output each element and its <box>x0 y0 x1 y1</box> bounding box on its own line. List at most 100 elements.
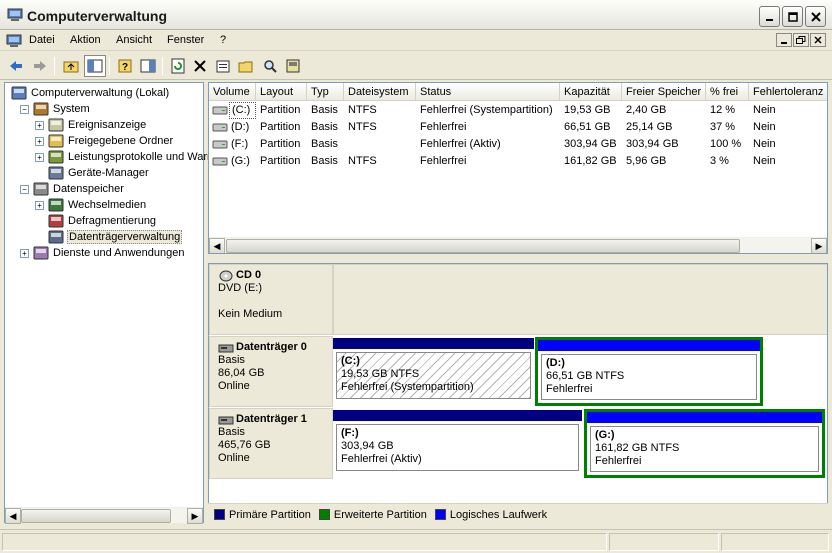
tree-hscrollbar[interactable]: ◀ ▶ <box>5 507 203 524</box>
disk-map: CD 0 DVD (E:) Kein Medium Datenträger 0 … <box>208 263 828 525</box>
logical-drive-bar <box>538 340 760 351</box>
column-header[interactable]: Status <box>416 83 560 101</box>
close-button[interactable] <box>805 6 826 27</box>
column-header[interactable]: Kapazität <box>560 83 622 101</box>
status-panel-main <box>2 533 607 551</box>
partition-size: 19,53 GB NTFS <box>341 368 420 380</box>
table-cell: Nein <box>753 155 776 167</box>
collapse-toggle[interactable]: − <box>20 105 29 114</box>
document-menu-icon[interactable] <box>6 34 22 48</box>
column-header[interactable]: % frei <box>706 83 749 101</box>
tree-item[interactable]: Defragmentierung <box>48 213 157 229</box>
table-cell: Fehlerfrei (Systempartition) <box>420 104 553 116</box>
open-button[interactable] <box>235 55 257 77</box>
partition-g[interactable]: (G:) 161,82 GB NTFS Fehlerfrei <box>584 409 825 478</box>
partition-d[interactable]: (D:) 66,51 GB NTFS Fehlerfrei <box>535 337 763 406</box>
tree-item[interactable]: Wechselmedien <box>48 197 147 213</box>
up-level-button[interactable] <box>60 55 82 77</box>
mdi-minimize-button[interactable] <box>776 33 792 47</box>
tree-item[interactable]: Computerverwaltung (Lokal) <box>11 85 170 101</box>
expand-toggle[interactable]: + <box>35 137 44 146</box>
partition-f[interactable]: (F:) 303,94 GB Fehlerfrei (Aktiv) <box>333 410 582 474</box>
folder-up-icon <box>63 61 79 73</box>
shared-folders-icon <box>48 134 64 148</box>
column-header[interactable]: Dateisystem <box>344 83 416 101</box>
table-cell: NTFS <box>348 104 377 116</box>
list-hscrollbar[interactable]: ◀ ▶ <box>209 237 827 253</box>
tree-item[interactable]: Datenträgerverwaltung <box>48 229 183 245</box>
expand-toggle[interactable]: + <box>35 153 44 162</box>
table-row[interactable]: (C:) Partition Basis NTFS Fehlerfrei (System… <box>209 102 827 119</box>
show-hide-tree-button[interactable] <box>84 55 106 77</box>
tree-item[interactable]: System <box>33 101 91 117</box>
svg-text:?: ? <box>122 62 128 73</box>
table-cell: NTFS <box>348 121 377 133</box>
removable-storage-icon <box>48 198 64 212</box>
expand-toggle[interactable]: + <box>35 121 44 130</box>
menu-ansicht[interactable]: Ansicht <box>116 34 152 46</box>
table-row[interactable]: (G:) Partition Basis NTFS Fehlerfrei 161,82 G… <box>209 153 827 170</box>
tree-item[interactable]: Freigegebene Ordner <box>48 133 174 149</box>
table-cell: Fehlerfrei <box>420 155 467 167</box>
collapse-toggle[interactable]: − <box>20 185 29 194</box>
disk-1-state: Online <box>218 452 250 464</box>
table-row[interactable]: (D:) Partition Basis NTFS Fehlerfrei 66,51 GB… <box>209 119 827 136</box>
column-header[interactable]: Fehlertoleranz <box>749 83 827 101</box>
delete-button[interactable] <box>189 55 211 77</box>
minimize-button[interactable] <box>759 6 780 27</box>
tree-item[interactable]: Datenspeicher <box>33 181 125 197</box>
scroll-right-button[interactable]: ▶ <box>811 238 827 253</box>
tree-item[interactable]: Dienste und Anwendungen <box>33 245 186 261</box>
cd-0-label[interactable]: CD 0 DVD (E:) Kein Medium <box>209 264 333 335</box>
scroll-left-button[interactable]: ◀ <box>5 508 21 524</box>
tree-item-label: Defragmentierung <box>68 215 157 227</box>
disk-1-type: Basis <box>218 426 245 438</box>
pane-splitter[interactable] <box>208 256 828 263</box>
table-cell: 25,14 GB <box>626 121 673 133</box>
menu-datei[interactable]: Datei <box>29 34 55 46</box>
properties-button[interactable] <box>212 55 234 77</box>
settings-button[interactable] <box>282 55 304 77</box>
search-icon <box>264 60 277 73</box>
tree-item[interactable]: Geräte-Manager <box>48 165 150 181</box>
help-button[interactable]: ? <box>114 55 136 77</box>
disk-1-label[interactable]: Datenträger 1 Basis 465,76 GB Online <box>209 408 333 479</box>
expand-toggle[interactable]: + <box>35 201 44 210</box>
column-header[interactable]: Volume <box>209 83 256 101</box>
mdi-restore-button[interactable] <box>793 33 809 47</box>
table-cell: 161,82 GB <box>564 155 617 167</box>
cd-0-area[interactable] <box>333 264 827 335</box>
scroll-right-button[interactable]: ▶ <box>187 508 203 524</box>
column-header[interactable]: Typ <box>307 83 344 101</box>
table-cell: 2,40 GB <box>626 104 667 116</box>
menu-aktion[interactable]: Aktion <box>70 34 101 46</box>
back-button[interactable] <box>5 55 27 77</box>
column-header[interactable]: Freier Speicher <box>622 83 706 101</box>
back-arrow-icon <box>10 61 22 71</box>
expand-toggle[interactable]: + <box>20 249 29 258</box>
scroll-thumb[interactable] <box>226 239 740 253</box>
forward-button[interactable] <box>29 55 51 77</box>
menu-fenster[interactable]: Fenster <box>167 34 204 46</box>
column-header[interactable]: Layout <box>256 83 307 101</box>
volume-drive-icon <box>212 123 228 132</box>
disk-0-label[interactable]: Datenträger 0 Basis 86,04 GB Online <box>209 336 333 407</box>
system-tools-icon <box>33 102 49 116</box>
table-cell: Basis <box>311 104 338 116</box>
tree-item[interactable]: Ereignisanzeige <box>48 117 147 133</box>
mdi-close-button[interactable] <box>810 33 826 47</box>
search-button[interactable] <box>259 55 281 77</box>
properties-pane-button[interactable] <box>137 55 159 77</box>
tree-item-label: Ereignisanzeige <box>68 119 147 131</box>
scroll-left-button[interactable]: ◀ <box>209 238 225 253</box>
maximize-button[interactable] <box>782 6 803 27</box>
scroll-thumb[interactable] <box>21 509 171 523</box>
partition-c[interactable]: (C:) 19,53 GB NTFS Fehlerfrei (Systempar… <box>333 338 534 402</box>
table-cell: 3 % <box>710 155 729 167</box>
table-cell: (G:) <box>231 155 250 167</box>
table-row[interactable]: (F:) Partition Basis Fehlerfrei (Aktiv) 303,… <box>209 136 827 153</box>
refresh-button[interactable] <box>167 55 189 77</box>
partition-size: 161,82 GB NTFS <box>595 442 680 454</box>
computer-icon <box>11 86 27 100</box>
menu-help[interactable]: ? <box>220 34 226 46</box>
